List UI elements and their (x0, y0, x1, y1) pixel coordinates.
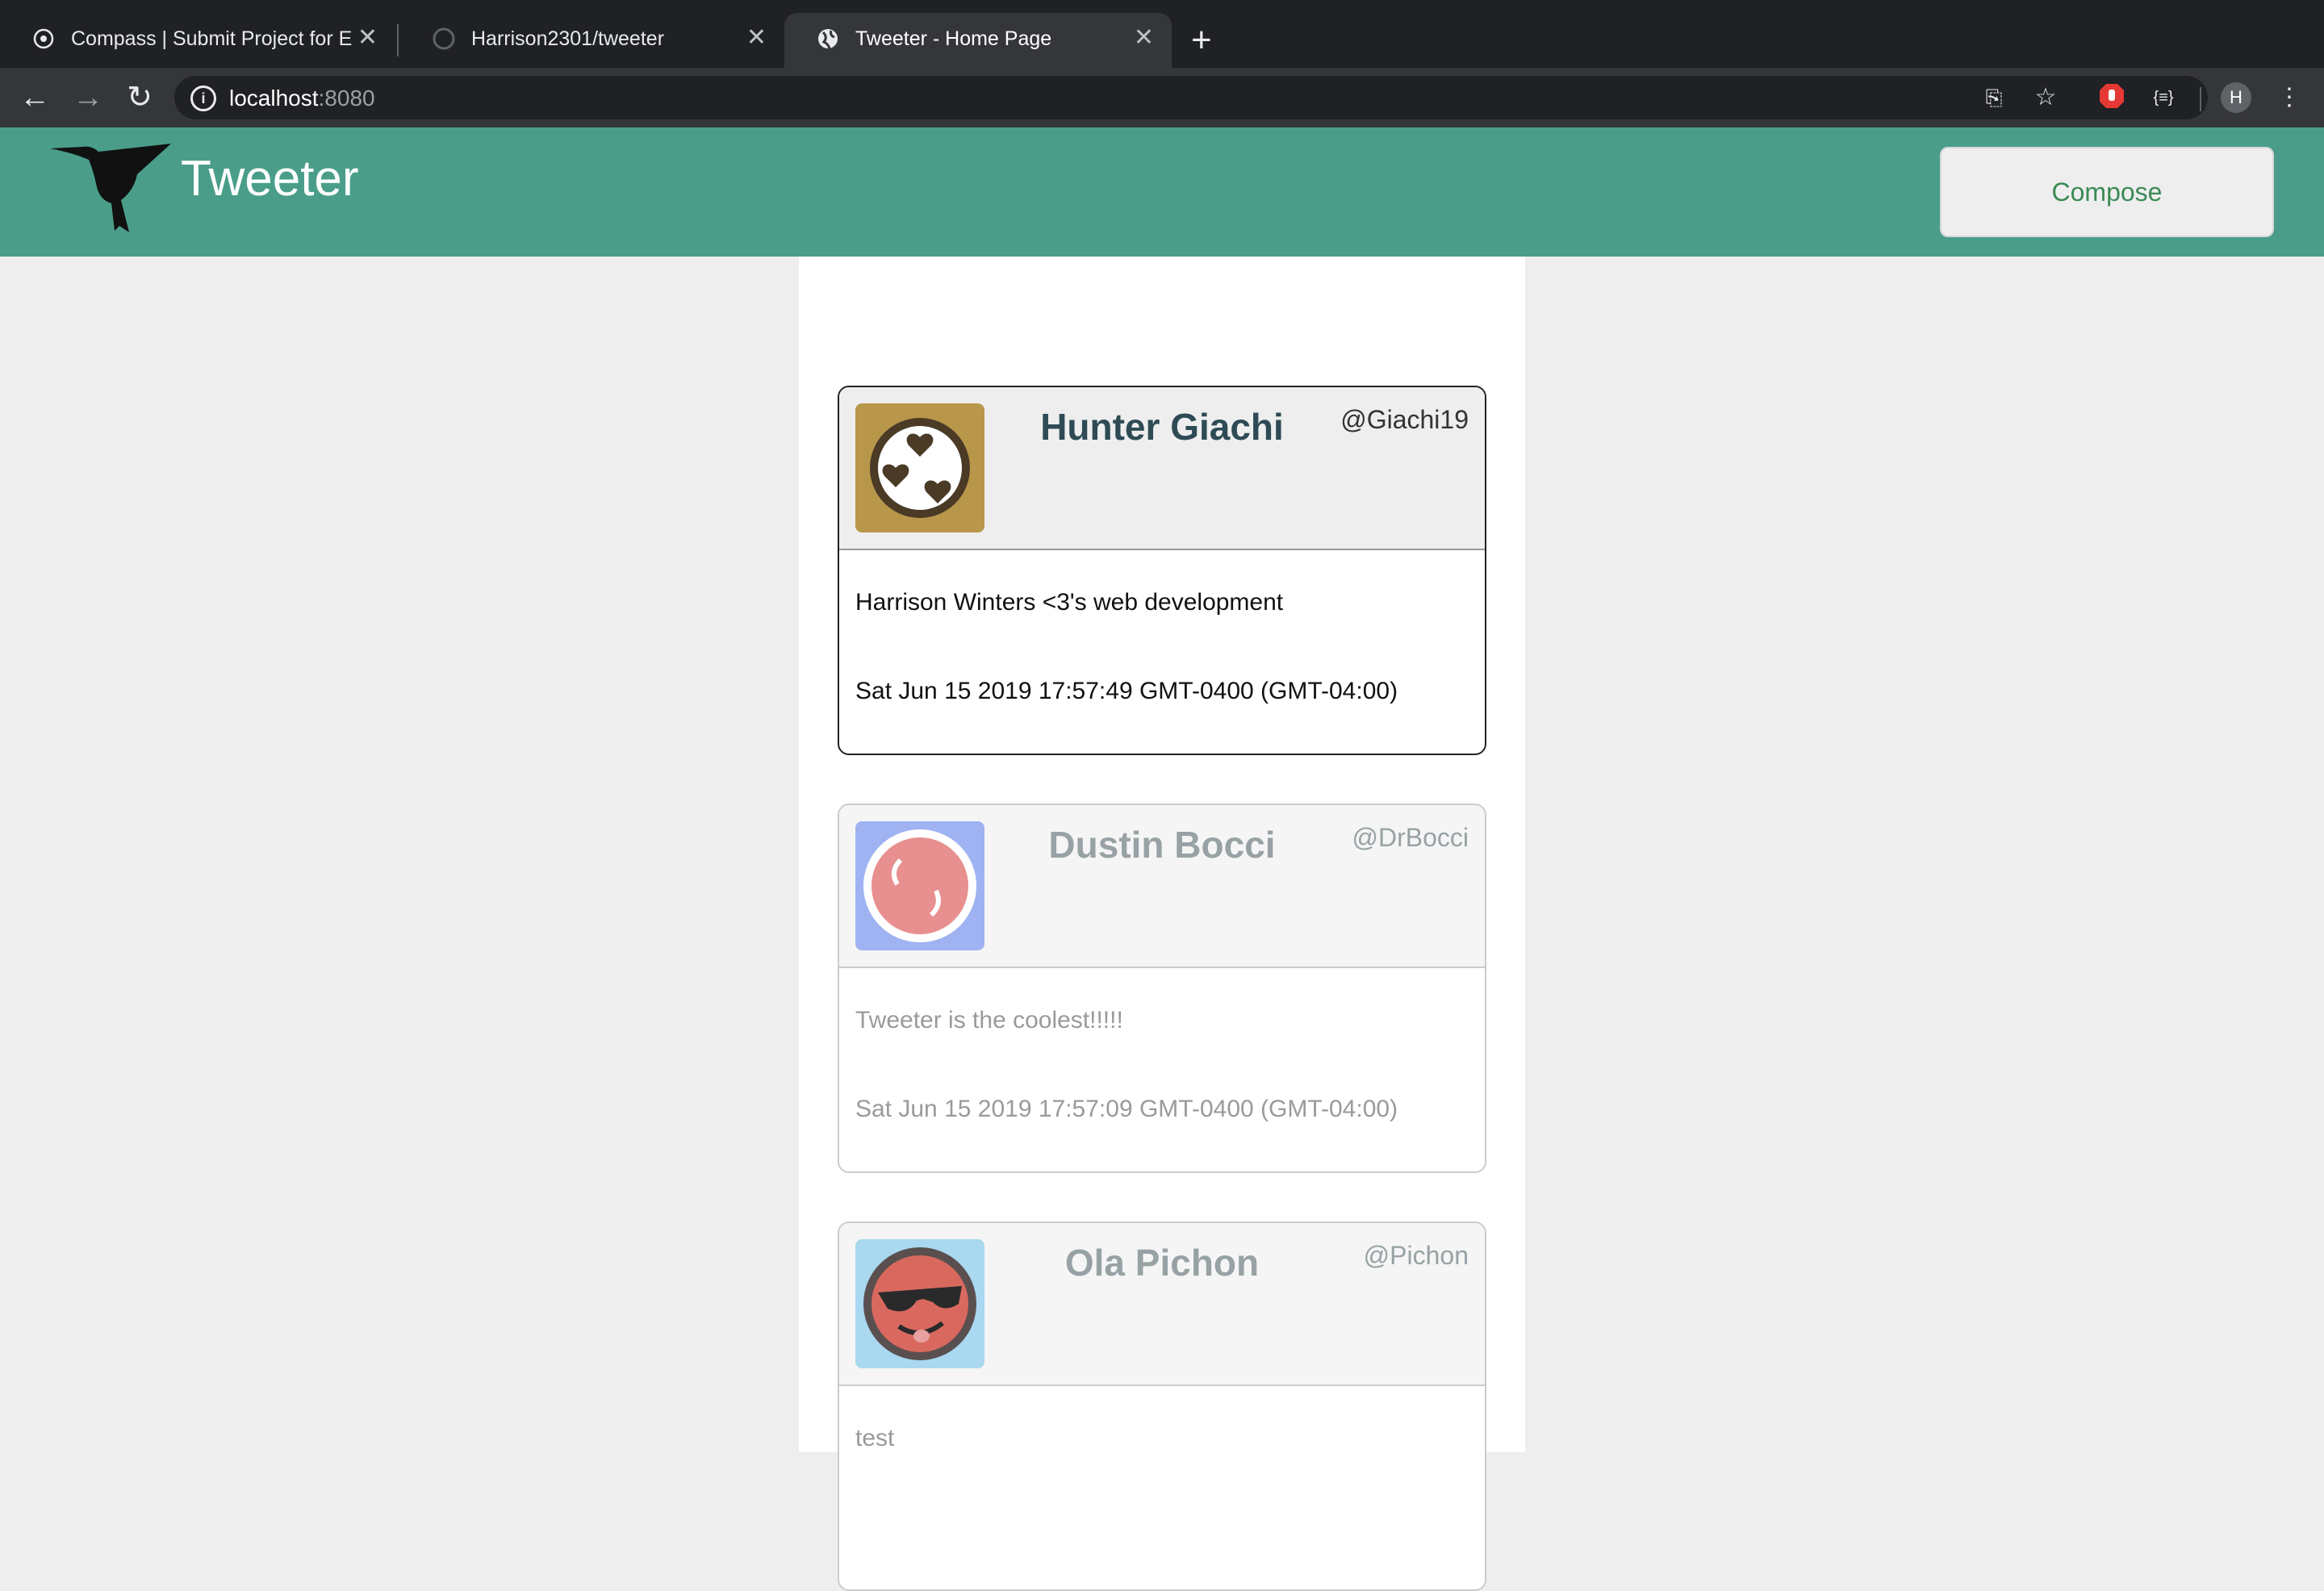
globe-icon (818, 29, 838, 49)
tweet-header: Ola Pichon @Pichon (839, 1223, 1485, 1386)
tweet-header: Hunter Giachi @Giachi19 (839, 387, 1485, 550)
kebab-menu-icon[interactable]: ⋮ (2274, 82, 2305, 113)
tweet-content: test (855, 1425, 895, 1451)
tweet-author-handle: @Pichon (1363, 1241, 1469, 1270)
hummingbird-logo (50, 144, 171, 232)
json-extension-icon[interactable]: {≡} (2148, 82, 2179, 113)
tweet-author-handle: @DrBocci (1352, 823, 1469, 852)
compose-button[interactable]: Compose (1940, 147, 2274, 237)
site-header: Tweeter Compose (0, 127, 2324, 257)
translate-icon[interactable]: ⎘ (1979, 82, 2009, 113)
avatar (855, 1239, 984, 1368)
tweet-date: Sat Jun 15 2019 17:57:49 GMT-0400 (GMT-0… (855, 678, 1398, 704)
forward-arrow-icon[interactable]: → (71, 81, 105, 115)
reload-icon[interactable]: ↻ (123, 81, 157, 115)
tweet-card[interactable]: Dustin Bocci @DrBocci Tweeter is the coo… (838, 804, 1486, 1173)
github-icon (433, 27, 455, 50)
close-icon[interactable]: ✕ (746, 26, 767, 50)
browser-tab-bar: Compass | Submit Project for E ✕ Harriso… (0, 0, 2324, 68)
tweet-author-name: Ola Pichon (1064, 1242, 1260, 1284)
tweet-card[interactable]: Hunter Giachi @Giachi19 Harrison Winters… (838, 386, 1486, 755)
brand-title: Tweeter (181, 151, 359, 207)
adblock-extension-icon[interactable] (2096, 82, 2127, 113)
tab-tweeter[interactable]: Tweeter - Home Page ✕ (784, 13, 1172, 68)
compass-icon (33, 28, 54, 49)
close-icon[interactable]: ✕ (357, 26, 378, 50)
tweet-feed: Hunter Giachi @Giachi19 Harrison Winters… (799, 257, 1525, 1591)
avatar (855, 821, 984, 950)
url-port: :8080 (318, 86, 375, 111)
back-arrow-icon[interactable]: ← (18, 81, 52, 115)
tab-divider (397, 24, 399, 56)
url-text: localhost:8080 (229, 86, 375, 111)
star-bookmark-icon[interactable]: ☆ (2030, 82, 2061, 113)
tweet-content: Tweeter is the coolest!!!!! (855, 1007, 1123, 1034)
tweet-date: Sat Jun 15 2019 17:57:09 GMT-0400 (GMT-0… (855, 1096, 1398, 1122)
tab-github[interactable]: Harrison2301/tweeter ✕ (400, 13, 784, 68)
browser-toolbar: ← → ↻ i localhost:8080 ⎘ ☆ {≡} H ⋮ (0, 68, 2324, 127)
tweet-card[interactable]: Ola Pichon @Pichon test (838, 1221, 1486, 1591)
url-host: localhost (229, 86, 319, 111)
toolbar-divider (2200, 87, 2201, 111)
tab-title: Tweeter - Home Page (855, 27, 1052, 50)
tab-title: Harrison2301/tweeter (471, 27, 665, 50)
tweet-author-handle: @Giachi19 (1340, 405, 1469, 434)
tweet-content: Harrison Winters <3's web development (855, 589, 1284, 616)
tweet-author-name: Hunter Giachi (1040, 406, 1284, 448)
profile-avatar[interactable]: H (2221, 82, 2251, 113)
tweet-header: Dustin Bocci @DrBocci (839, 805, 1485, 968)
close-icon[interactable]: ✕ (1134, 26, 1154, 50)
tab-compass[interactable]: Compass | Submit Project for E ✕ (0, 13, 395, 68)
tab-title: Compass | Submit Project for E (71, 27, 353, 50)
tweet-author-name: Dustin Bocci (1048, 824, 1276, 866)
new-tab-button[interactable]: + (1191, 18, 1212, 63)
avatar (855, 403, 984, 532)
info-icon[interactable]: i (190, 86, 216, 111)
address-bar[interactable]: i localhost:8080 ⎘ ☆ (174, 76, 2208, 119)
